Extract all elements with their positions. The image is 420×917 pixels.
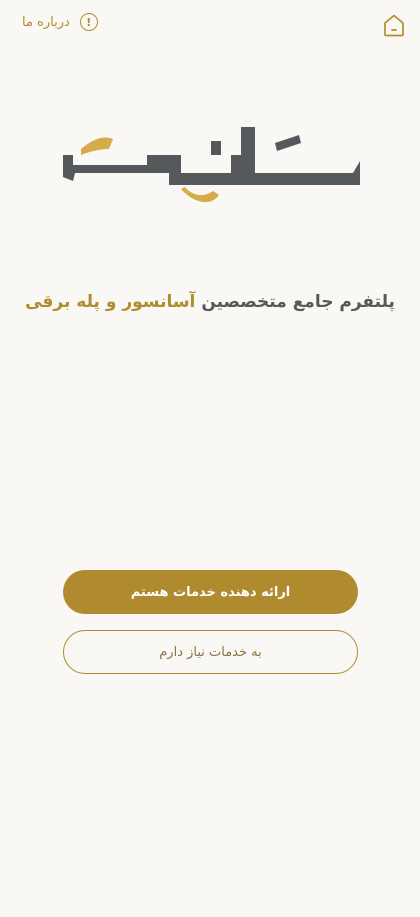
service-provider-button[interactable]: ارائه دهنده خدمات هستم xyxy=(63,570,358,614)
home-icon[interactable] xyxy=(383,13,405,37)
top-bar: درباره ما ! xyxy=(0,0,420,52)
need-service-button[interactable]: به خدمات نیاز دارم xyxy=(63,630,358,674)
about-us-link[interactable]: درباره ما ! xyxy=(22,13,98,31)
tagline: پلتفرم جامع متخصصین آسانسور و پله برقی xyxy=(0,287,420,317)
info-icon: ! xyxy=(79,13,98,31)
tagline-prefix: پلتفرم جامع متخصصین xyxy=(201,292,395,312)
need-service-label: به خدمات نیاز دارم xyxy=(159,644,262,660)
brand-logo xyxy=(63,127,360,203)
tagline-highlight: آسانسور و پله برقی xyxy=(25,292,196,312)
logo-accent-top xyxy=(81,137,113,155)
service-provider-label: ارائه دهنده خدمات هستم xyxy=(130,584,291,600)
about-us-label: درباره ما xyxy=(22,14,70,30)
logo-letters xyxy=(63,127,360,185)
logo-accent-bottom xyxy=(181,187,219,203)
